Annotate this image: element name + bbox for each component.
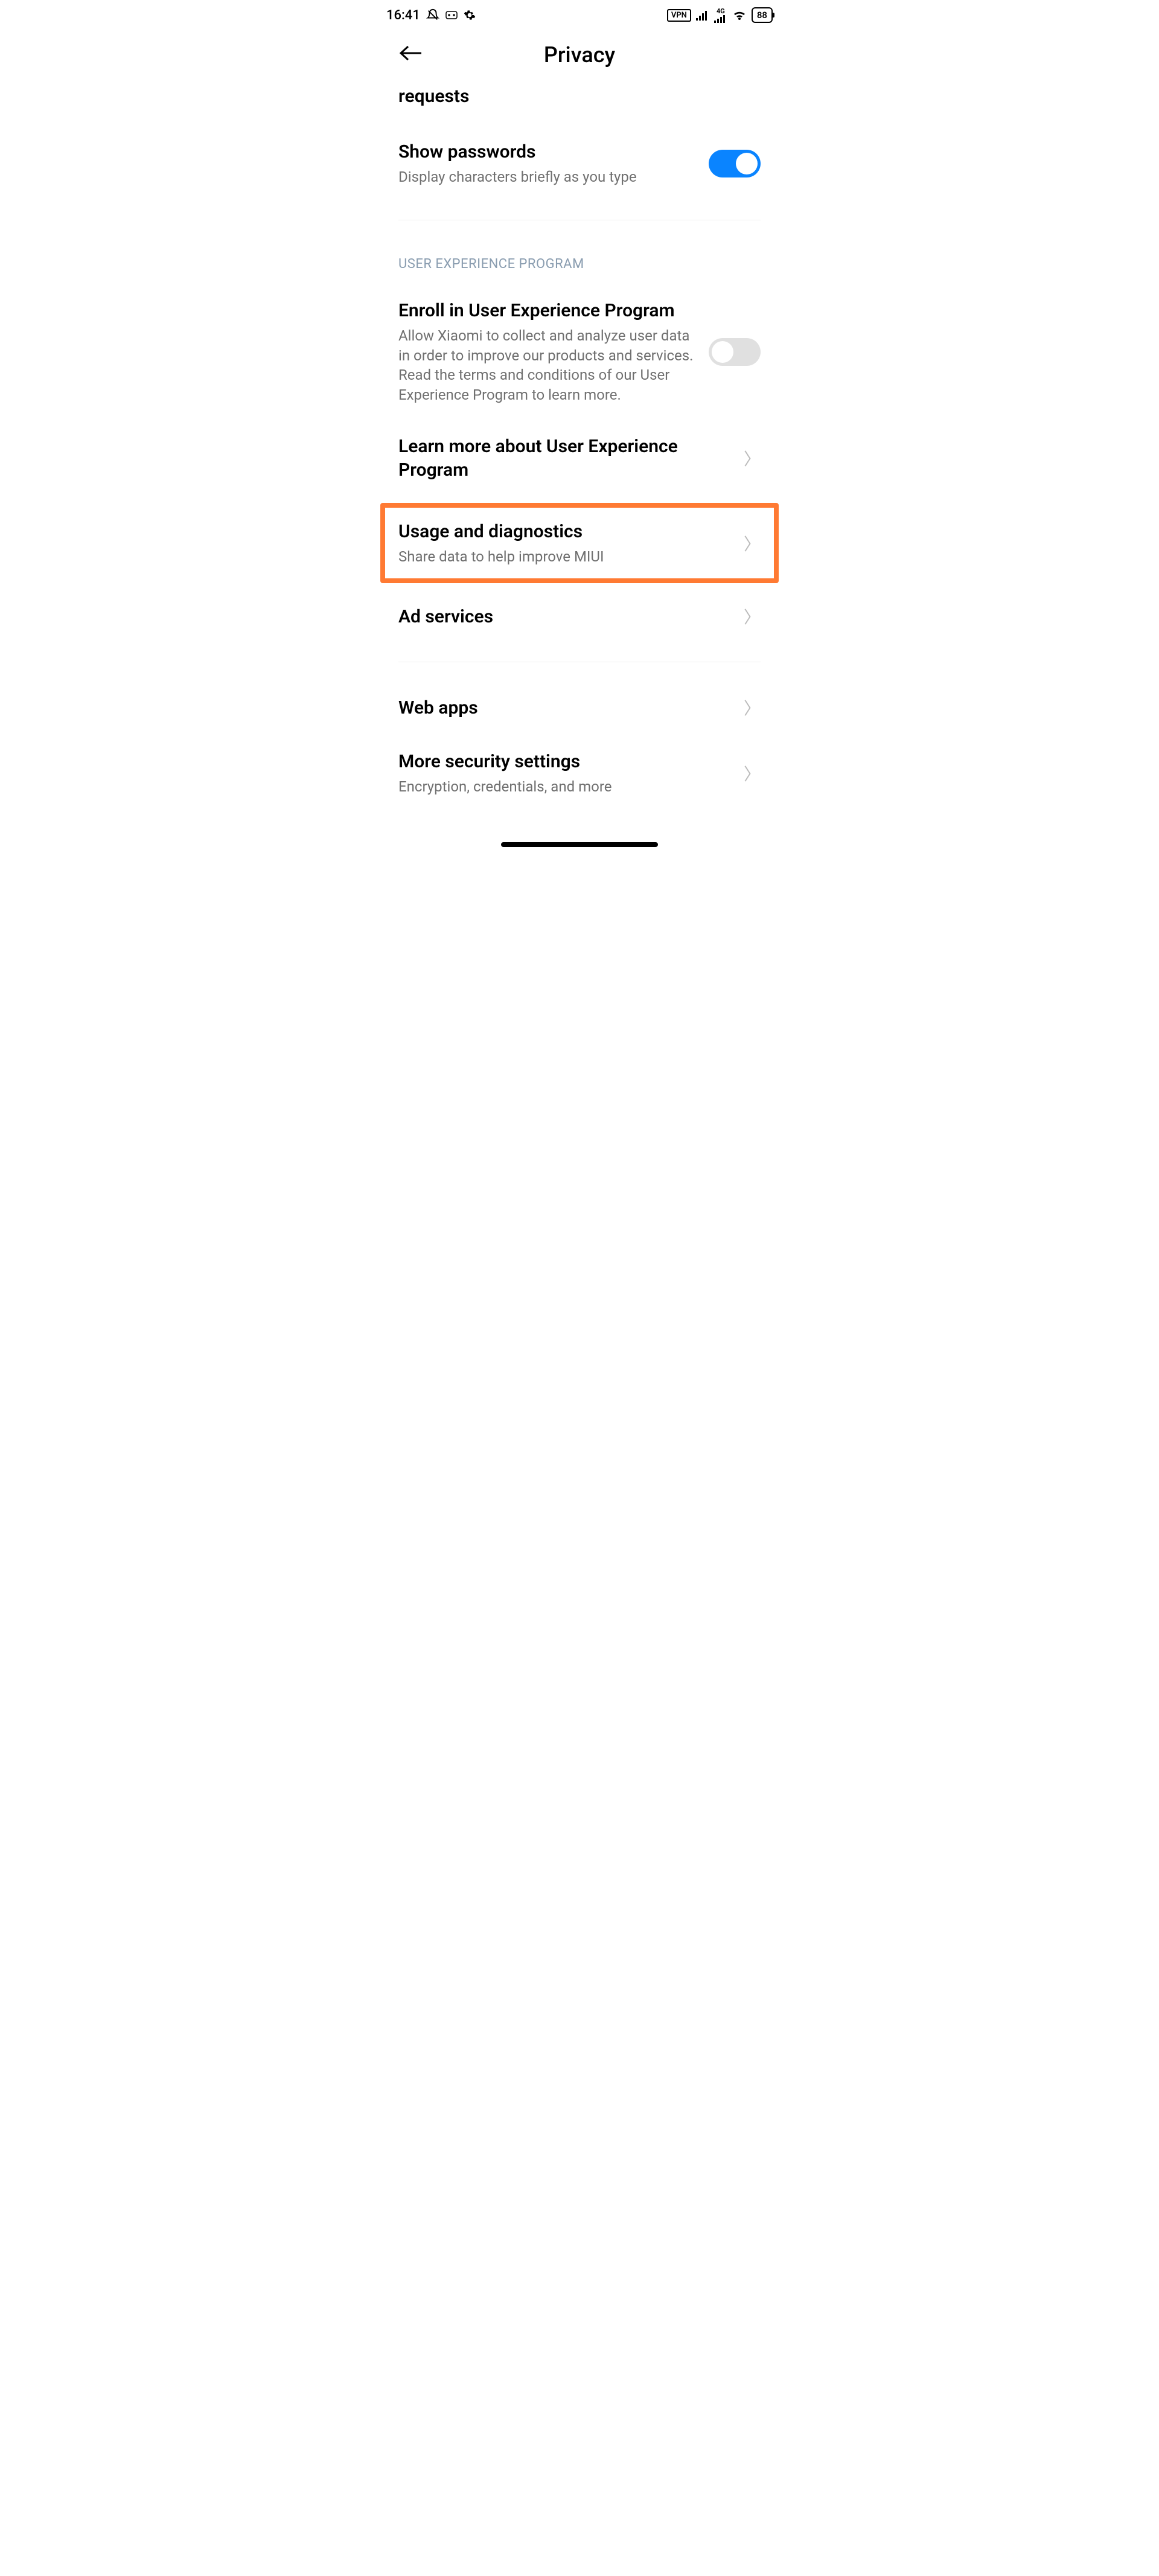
page-title: Privacy bbox=[386, 42, 773, 68]
chevron-right-icon: 〉 bbox=[744, 695, 761, 720]
section-header-user-experience: USER EXPERIENCE PROGRAM bbox=[398, 238, 761, 284]
partial-item-requests: requests bbox=[398, 86, 761, 125]
status-time: 16:41 bbox=[386, 8, 420, 23]
more-security-subtitle: Encryption, credentials, and more bbox=[398, 777, 726, 796]
chevron-right-icon: 〉 bbox=[744, 604, 761, 628]
usage-diag-title: Usage and diagnostics bbox=[398, 520, 726, 543]
signal-icon-2 bbox=[714, 14, 727, 23]
vpn-badge: VPN bbox=[667, 9, 691, 22]
usage-diag-subtitle: Share data to help improve MIUI bbox=[398, 547, 726, 566]
show-passwords-subtitle: Display characters briefly as you type bbox=[398, 167, 697, 187]
volume-icon bbox=[445, 11, 458, 19]
enroll-title: Enroll in User Experience Program bbox=[398, 299, 697, 322]
page-header: Privacy bbox=[368, 30, 791, 86]
network-type: 4G bbox=[717, 8, 725, 14]
learn-more-title: Learn more about User Experience Program bbox=[398, 435, 726, 482]
item-enroll-uep[interactable]: Enroll in User Experience Program Allow … bbox=[398, 284, 761, 420]
item-usage-diagnostics[interactable]: Usage and diagnostics Share data to help… bbox=[380, 503, 779, 583]
ad-services-title: Ad services bbox=[398, 605, 726, 628]
item-learn-more-uep[interactable]: Learn more about User Experience Program… bbox=[398, 420, 761, 497]
battery-badge: 88 bbox=[752, 7, 773, 23]
gear-icon bbox=[464, 9, 476, 21]
chevron-right-icon: 〉 bbox=[744, 531, 761, 555]
wifi-icon bbox=[732, 9, 747, 21]
chevron-right-icon: 〉 bbox=[744, 761, 761, 785]
item-show-passwords[interactable]: Show passwords Display characters briefl… bbox=[398, 125, 761, 202]
back-arrow-icon[interactable] bbox=[398, 42, 423, 68]
chevron-right-icon: 〉 bbox=[744, 446, 761, 470]
enroll-subtitle: Allow Xiaomi to collect and analyze user… bbox=[398, 326, 697, 404]
status-bar: 16:41 VPN 4G 88 bbox=[368, 0, 791, 30]
more-security-title: More security settings bbox=[398, 750, 726, 773]
web-apps-title: Web apps bbox=[398, 696, 726, 720]
home-indicator[interactable] bbox=[501, 842, 658, 847]
notification-mute-icon bbox=[426, 8, 439, 22]
item-ad-services[interactable]: Ad services 〉 bbox=[398, 589, 761, 644]
item-web-apps[interactable]: Web apps 〉 bbox=[398, 680, 761, 735]
enroll-toggle[interactable] bbox=[709, 338, 761, 366]
item-more-security[interactable]: More security settings Encryption, crede… bbox=[398, 735, 761, 811]
show-passwords-title: Show passwords bbox=[398, 140, 697, 164]
signal-icon-1 bbox=[696, 10, 709, 21]
show-passwords-toggle[interactable] bbox=[709, 150, 761, 177]
